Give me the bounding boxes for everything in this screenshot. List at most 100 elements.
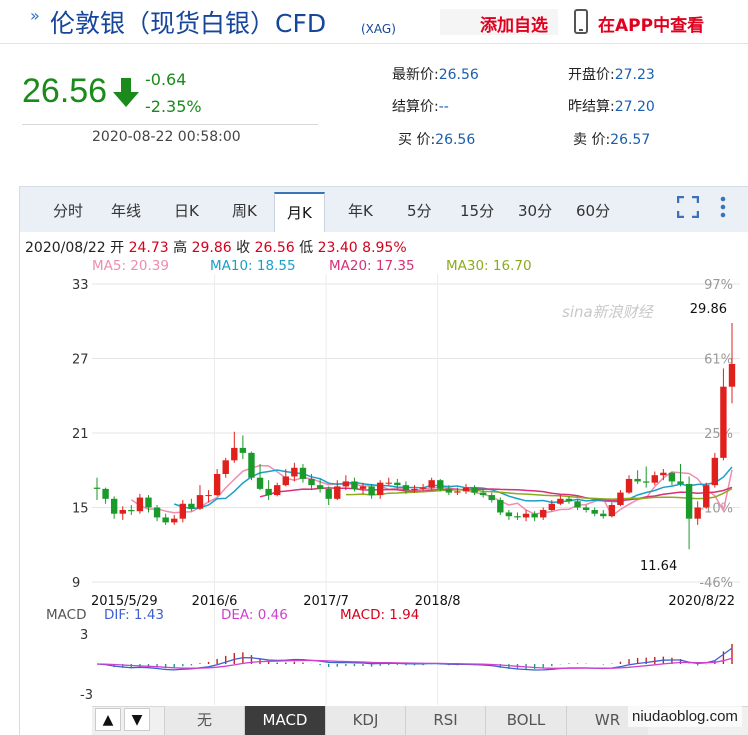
candle-body bbox=[282, 476, 289, 486]
high-annotation: 29.86 bbox=[690, 302, 727, 317]
pct-tick-label: 61% bbox=[704, 353, 733, 368]
indicator-tab-rsi[interactable]: RSI bbox=[405, 706, 485, 735]
candle-body bbox=[711, 457, 719, 486]
candle-body bbox=[325, 488, 332, 499]
macd-legend-macd: MACD: 1.94 bbox=[340, 607, 419, 623]
candle-body bbox=[488, 495, 495, 501]
candle-body bbox=[540, 509, 547, 518]
candlestick-chart: 33 97%27 61%21 25%15 -10%9 -46%2015/5/29 2016/… bbox=[46, 274, 740, 705]
candle-body bbox=[334, 486, 341, 499]
candle-body bbox=[179, 503, 187, 519]
candle-body bbox=[291, 467, 298, 477]
indicator-tab-boll[interactable]: BOLL bbox=[485, 706, 566, 735]
x-tick-label: 2020/8/22 bbox=[668, 594, 735, 609]
candle-body bbox=[402, 485, 410, 491]
candle-body bbox=[720, 386, 727, 458]
candle-body bbox=[222, 460, 229, 474]
candle-body bbox=[617, 492, 624, 506]
candle-body bbox=[239, 447, 247, 453]
candle-body bbox=[145, 497, 152, 508]
candle-body bbox=[677, 481, 684, 484]
candle-body bbox=[205, 495, 212, 497]
candle-body bbox=[668, 472, 676, 482]
candle-body bbox=[308, 478, 315, 486]
candle-body bbox=[162, 517, 169, 523]
candle-body bbox=[531, 513, 538, 518]
candle-body bbox=[445, 488, 453, 493]
y-tick-label: 21 bbox=[72, 427, 89, 442]
pct-tick-label: 97% bbox=[704, 278, 733, 293]
scroll-up-button[interactable]: ▲ bbox=[95, 708, 121, 731]
candle-body bbox=[171, 518, 178, 523]
candle-body bbox=[368, 486, 375, 496]
candle-body bbox=[136, 497, 144, 512]
candle-body bbox=[651, 475, 658, 483]
y-tick-label: 9 bbox=[72, 576, 80, 591]
y-tick-label: 27 bbox=[72, 353, 89, 368]
indicator-tab-macd[interactable]: MACD bbox=[244, 706, 325, 735]
y-tick-label: 15 bbox=[72, 502, 89, 517]
candle-body bbox=[102, 488, 109, 499]
candle-body bbox=[110, 498, 118, 514]
macd-legend-dea: DEA: 0.46 bbox=[221, 607, 288, 623]
candle-body bbox=[359, 486, 367, 489]
y-tick-label: 33 bbox=[72, 278, 89, 293]
low-annotation: 11.64 bbox=[640, 559, 677, 574]
candle-body bbox=[497, 500, 504, 513]
candle-body bbox=[608, 505, 616, 517]
candle-body bbox=[574, 501, 581, 508]
candle-body bbox=[437, 480, 444, 489]
candle-body bbox=[248, 452, 255, 478]
indicator-tab-none[interactable]: 无 bbox=[164, 706, 244, 735]
candle-body bbox=[471, 487, 478, 493]
candle-body bbox=[196, 495, 204, 509]
candle-body bbox=[188, 503, 195, 509]
x-tick-label: 2018/8 bbox=[415, 594, 461, 609]
candle-body bbox=[256, 477, 264, 489]
candle-body bbox=[342, 481, 350, 487]
candle-body bbox=[274, 485, 281, 496]
candle-body bbox=[385, 482, 392, 484]
candle-body bbox=[93, 487, 101, 489]
candle-body bbox=[462, 487, 470, 492]
candle-body bbox=[153, 507, 161, 518]
macd-legend-label: MACD bbox=[46, 607, 86, 623]
macd-tick-label: -3 bbox=[80, 688, 93, 703]
candle-body bbox=[376, 482, 384, 496]
candle-body bbox=[642, 481, 650, 483]
candle-body bbox=[660, 472, 667, 476]
candle-body bbox=[351, 481, 358, 489]
candle-body bbox=[634, 478, 641, 482]
candle-body bbox=[685, 483, 693, 519]
indicator-tab-kdj[interactable]: KDJ bbox=[325, 706, 405, 735]
candle-body bbox=[231, 447, 238, 461]
scroll-down-button[interactable]: ▼ bbox=[124, 708, 150, 731]
candle-body bbox=[479, 492, 487, 496]
candle-body bbox=[119, 509, 126, 514]
macd-tick-label: 3 bbox=[80, 628, 88, 643]
candle-body bbox=[394, 482, 401, 486]
candle-body bbox=[548, 503, 555, 510]
candle-body bbox=[213, 473, 221, 496]
candle-body bbox=[514, 516, 521, 518]
candle-body bbox=[522, 513, 530, 518]
sina-logo: sina新浪财经 bbox=[562, 303, 655, 321]
macd-legend-dif: DIF: 1.43 bbox=[104, 607, 164, 623]
candle-body bbox=[625, 478, 633, 493]
candle-body bbox=[557, 498, 564, 504]
candle-body bbox=[505, 512, 513, 517]
candle-body bbox=[600, 513, 607, 517]
candle-body bbox=[316, 485, 324, 489]
candle-body bbox=[703, 485, 710, 508]
pct-tick-label: -46% bbox=[699, 576, 733, 591]
candle-body bbox=[411, 488, 418, 491]
candle-body bbox=[728, 363, 736, 387]
candle-body bbox=[419, 487, 427, 489]
candle-body bbox=[454, 491, 461, 493]
candle-body bbox=[299, 467, 307, 479]
watermark: niudaoblog.com bbox=[628, 706, 742, 727]
candle-body bbox=[591, 509, 598, 514]
candle-body bbox=[265, 488, 272, 496]
candle-body bbox=[128, 509, 135, 512]
candle-body bbox=[582, 507, 590, 510]
